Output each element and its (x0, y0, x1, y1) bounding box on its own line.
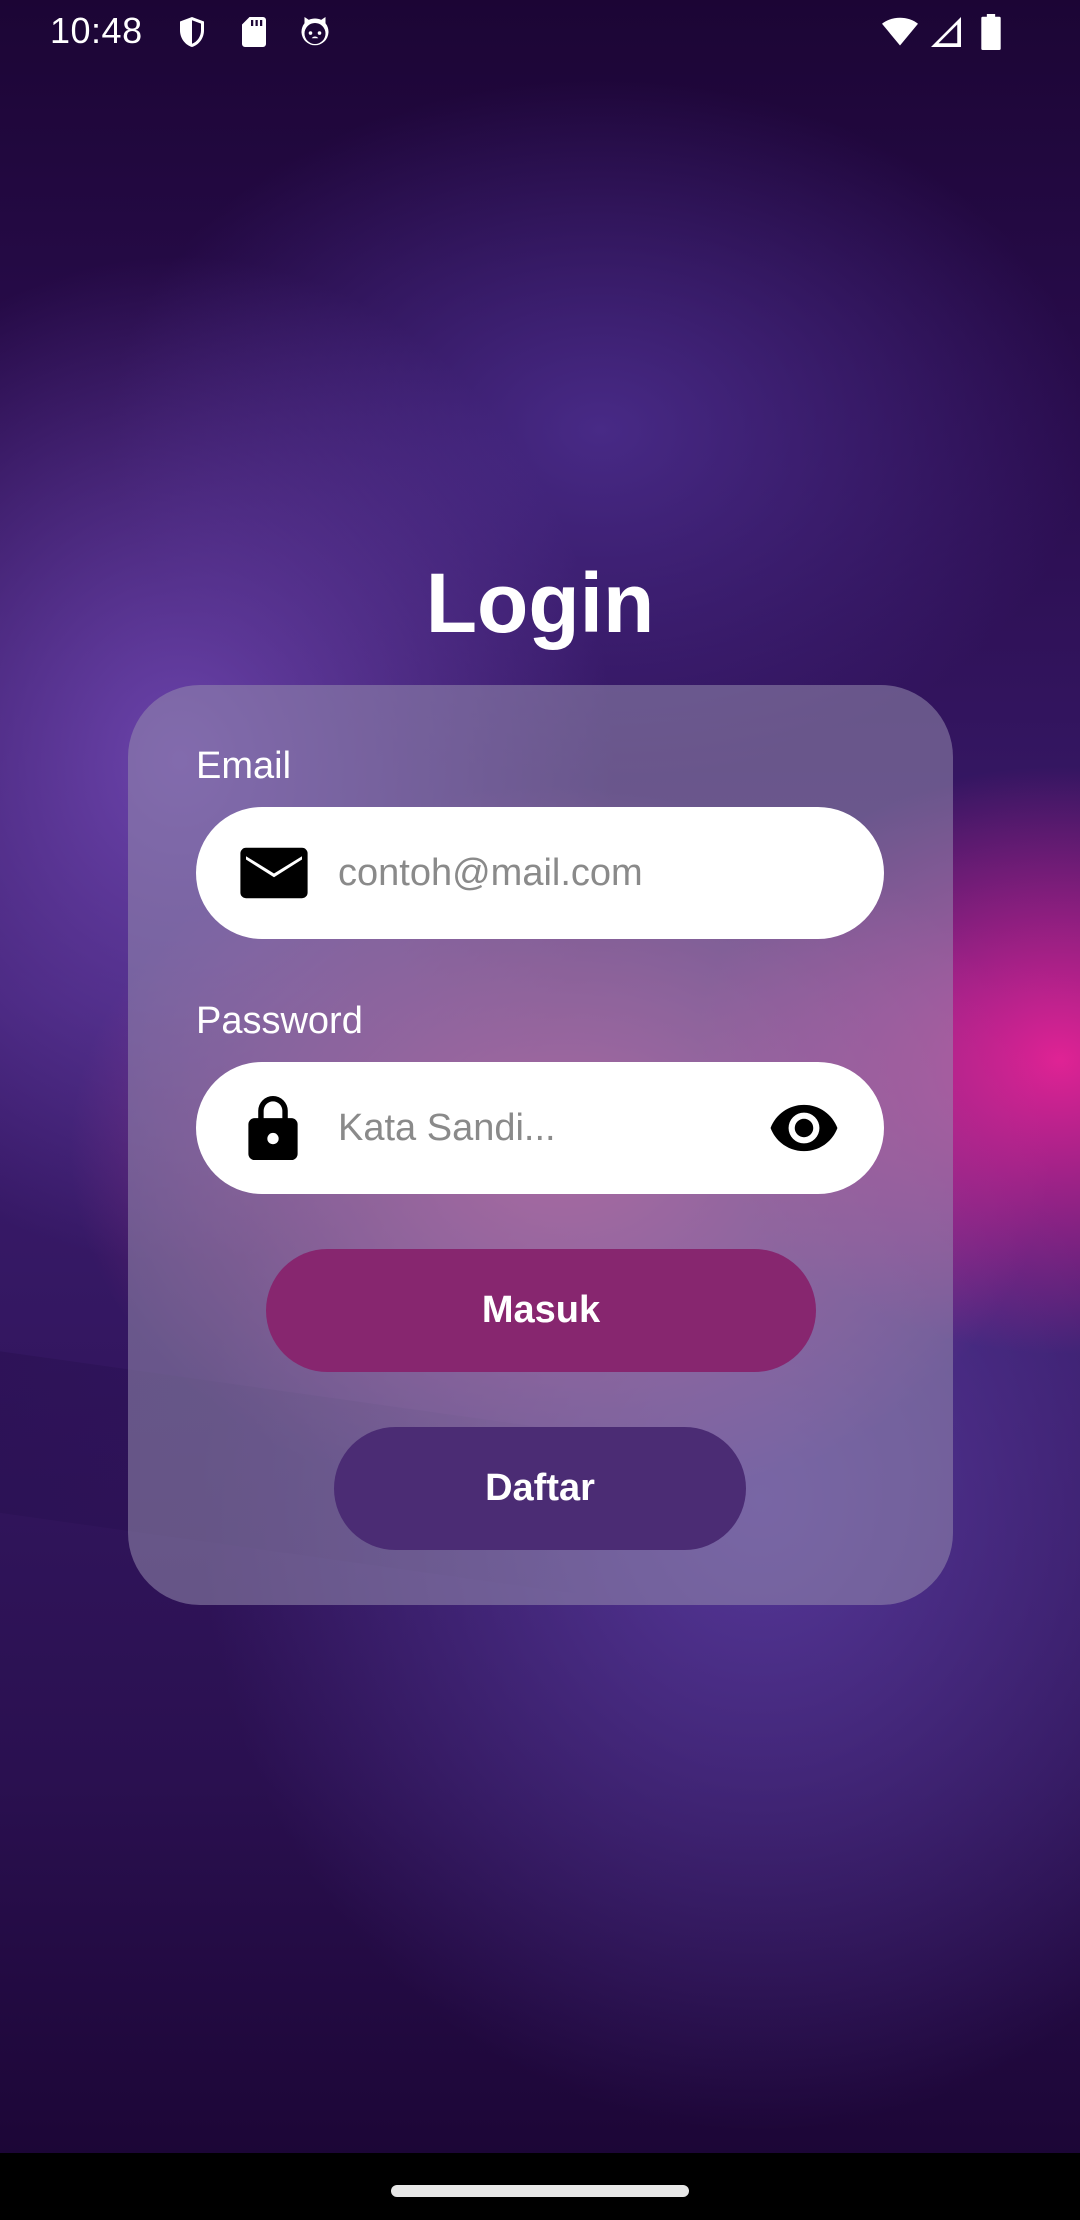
cell-signal-icon (928, 14, 964, 50)
mail-icon (240, 845, 308, 901)
shield-icon (174, 14, 210, 50)
daftar-button[interactable]: Daftar (334, 1427, 746, 1550)
navigation-bar (0, 2153, 1080, 2220)
wifi-icon (880, 14, 920, 50)
email-label: Email (196, 745, 292, 787)
status-bar: 10:48 (0, 0, 1080, 66)
password-field-container[interactable] (196, 1062, 884, 1194)
email-field-container[interactable] (196, 807, 884, 939)
masuk-button[interactable]: Masuk (266, 1249, 816, 1372)
battery-icon (976, 14, 1006, 50)
eye-icon[interactable] (768, 1100, 840, 1156)
cat-face-icon (297, 14, 333, 50)
email-input[interactable] (338, 807, 768, 939)
login-card: Email Password Masuk Daftar (128, 685, 953, 1605)
password-label: Password (196, 1000, 363, 1042)
status-time: 10:48 (50, 10, 143, 51)
sd-card-icon (236, 14, 272, 50)
page-title: Login (425, 556, 655, 650)
lock-icon (246, 1096, 300, 1160)
password-input[interactable] (338, 1062, 768, 1194)
login-screen: 10:48 Login Email Password (0, 0, 1080, 2220)
home-gesture-handle[interactable] (391, 2185, 689, 2197)
